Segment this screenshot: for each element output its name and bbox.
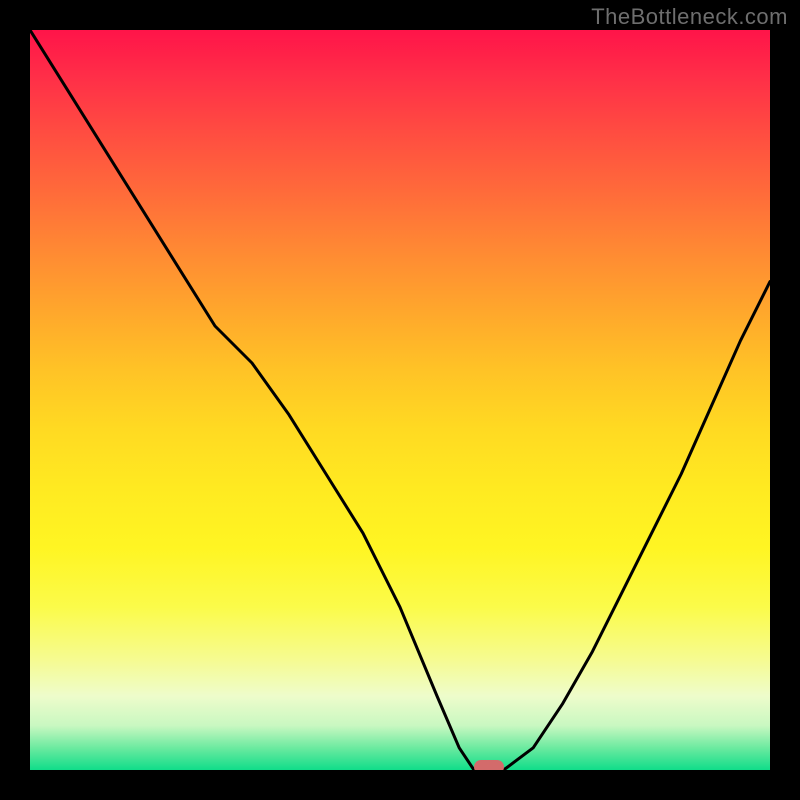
plot-area — [30, 30, 770, 770]
chart-frame: TheBottleneck.com — [0, 0, 800, 800]
watermark-text: TheBottleneck.com — [591, 4, 788, 30]
bottleneck-curve — [30, 30, 770, 770]
optimum-marker — [474, 760, 504, 770]
